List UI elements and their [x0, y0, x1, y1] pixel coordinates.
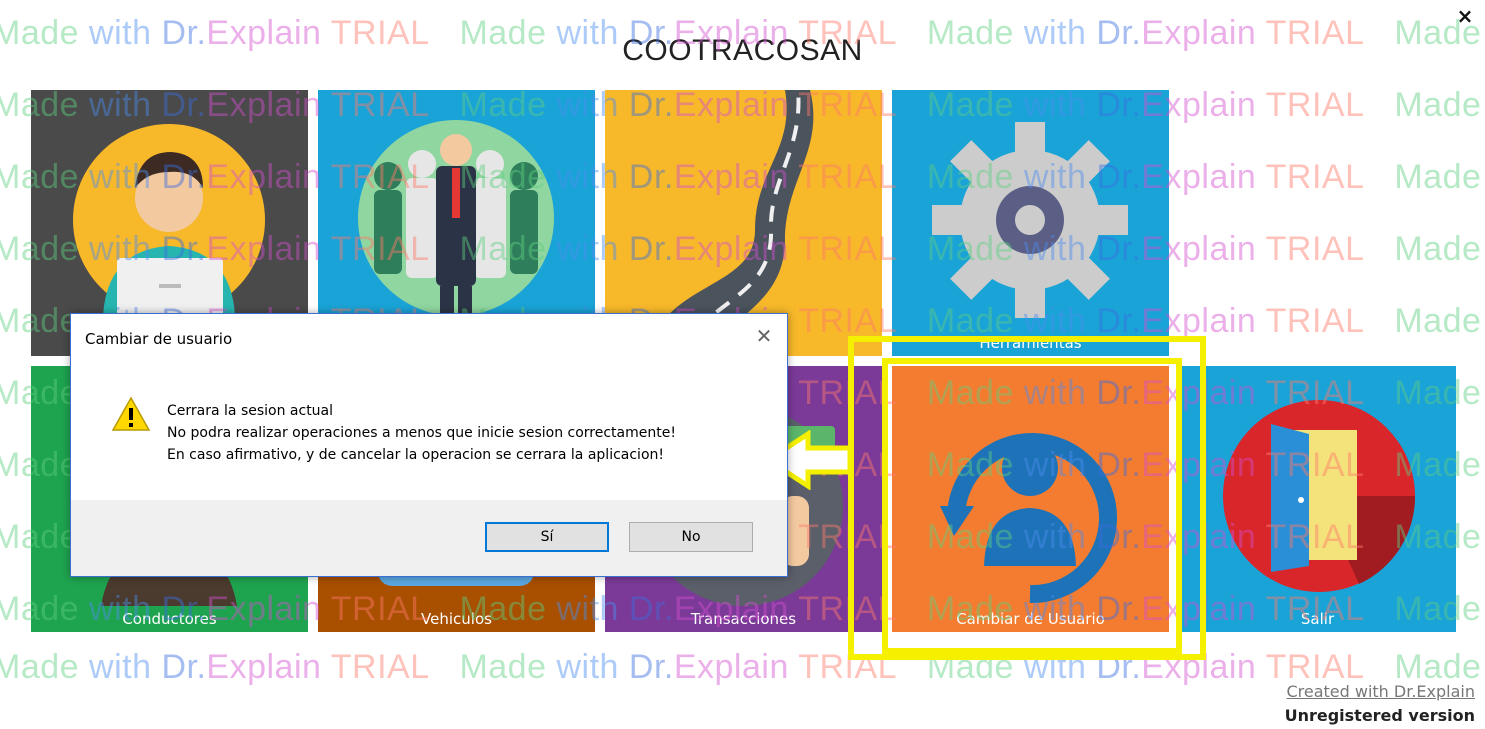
tile-transacciones-label: Transacciones — [690, 610, 797, 628]
gear-icon — [932, 122, 1128, 318]
window-close-button[interactable]: × — [1455, 6, 1475, 26]
annotation-highlight-inner — [882, 358, 1182, 654]
tile-salir[interactable]: Salir — [1179, 366, 1456, 632]
dialog-close-button[interactable]: ✕ — [749, 322, 779, 350]
dialog-message-line: No podra realizar operaciones a menos qu… — [167, 425, 676, 441]
watermark-row: Made with Dr.Explain TRIAL Made with Dr.… — [0, 648, 1482, 686]
tile-vehiculos-label: Vehiculos — [421, 610, 492, 628]
yes-button[interactable]: Sí — [485, 522, 609, 552]
unregistered-label: Unregistered version — [1284, 706, 1475, 725]
created-with-link[interactable]: Created with Dr.Explain — [1286, 682, 1475, 701]
warning-icon — [111, 396, 151, 431]
app-title: COOTRACOSAN — [622, 34, 863, 67]
dialog-message: Cerrara la sesion actual No podra realiz… — [167, 400, 676, 466]
dialog-message-line: En caso afirmativo, y de cancelar la ope… — [167, 447, 664, 463]
tile-herramientas[interactable]: Herramientas — [892, 90, 1169, 356]
exit-door-icon — [1223, 400, 1416, 592]
confirm-dialog: Cambiar de usuario ✕ Cerrara la sesion a… — [70, 313, 788, 577]
dialog-button-bar: Sí No — [71, 500, 787, 576]
dialog-message-line: Cerrara la sesion actual — [167, 403, 334, 419]
no-button[interactable]: No — [629, 522, 753, 552]
tile-conductores-label: Conductores — [122, 610, 217, 628]
dialog-title: Cambiar de usuario — [85, 330, 233, 348]
tile-salir-label: Salir — [1300, 610, 1335, 628]
